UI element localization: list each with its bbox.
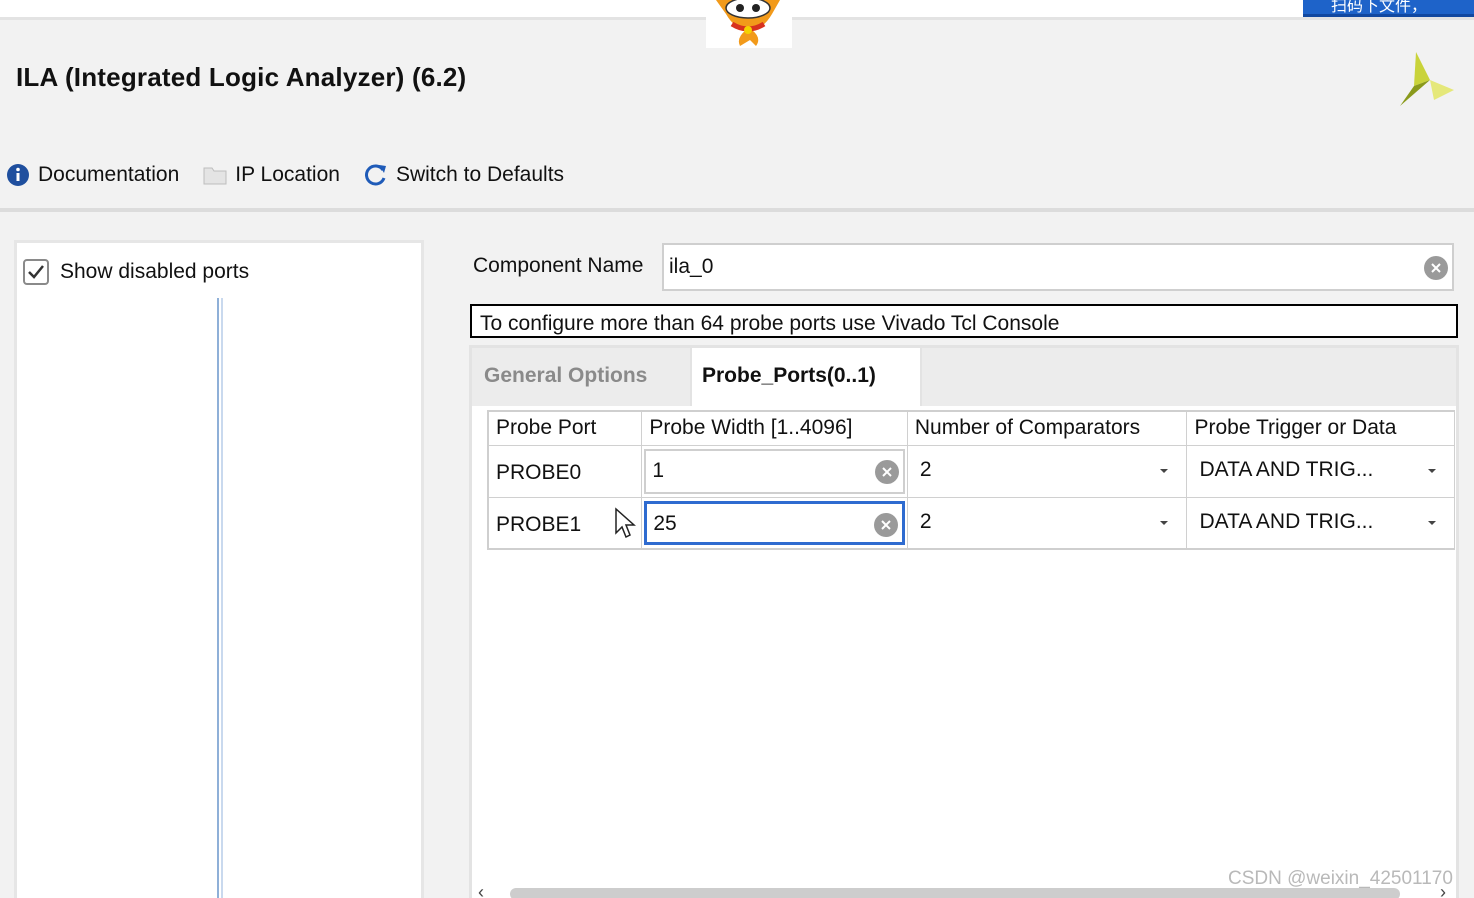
switch-to-defaults-button[interactable]: Switch to Defaults	[364, 163, 564, 187]
info-icon	[7, 164, 29, 186]
dropdown-arrow-icon	[1160, 520, 1169, 525]
ip-location-label: IP Location	[235, 163, 340, 186]
header-probe-trigger-or-data: Probe Trigger or Data	[1186, 410, 1455, 446]
trigger-cell: DATA AND TRIG...	[1186, 496, 1455, 550]
mascot-sticker	[706, 0, 792, 48]
probe-limit-notice: To configure more than 64 probe ports us…	[470, 304, 1458, 338]
trigger-cell: DATA AND TRIG...	[1186, 444, 1455, 498]
comparators-dropdown[interactable]: 2	[920, 498, 1175, 549]
switch-to-defaults-label: Switch to Defaults	[395, 163, 565, 186]
probe-width-value: 1	[652, 458, 665, 482]
checkmark-icon	[28, 265, 44, 279]
comparators-value: 2	[919, 509, 932, 533]
probe-width-input[interactable]: 25	[644, 500, 905, 545]
port-tree-panel: Show disabled ports	[14, 240, 424, 898]
comparators-dropdown[interactable]: 2	[920, 446, 1175, 497]
toolbar-divider	[0, 208, 1474, 212]
dropdown-arrow-icon	[1428, 468, 1436, 473]
header-number-of-comparators: Number of Comparators	[906, 410, 1188, 446]
comparators-value: 2	[919, 457, 932, 481]
clear-width-icon[interactable]	[874, 459, 899, 484]
trigger-value: DATA AND TRIG...	[1199, 457, 1374, 481]
tab-general-options[interactable]: General Options	[474, 348, 657, 406]
header-probe-port: Probe Port	[487, 410, 643, 446]
documentation-button[interactable]: Documentation	[6, 163, 179, 187]
probe-width-cell: 1	[641, 444, 908, 498]
probe-width-input[interactable]: 1	[644, 448, 905, 494]
trigger-value: DATA AND TRIG...	[1199, 509, 1374, 533]
tab-bar: General Options Probe_Ports(0..1)	[472, 348, 1456, 406]
trigger-dropdown[interactable]: DATA AND TRIG...	[1199, 498, 1442, 549]
scroll-left-icon[interactable]: ‹	[478, 882, 484, 898]
corner-banner[interactable]: 扫码下文件，	[1303, 0, 1474, 17]
symbol-block-edge	[217, 298, 223, 898]
dropdown-arrow-icon	[1160, 468, 1169, 473]
mouse-pointer-icon	[614, 507, 636, 544]
table-header-row: Probe Port Probe Width [1..4096] Number …	[487, 410, 1455, 446]
comparators-cell: 2	[906, 444, 1188, 498]
comparators-cell: 2	[906, 496, 1188, 550]
documentation-label: Documentation	[38, 163, 180, 186]
component-name-label: Component Name	[473, 254, 644, 277]
clear-width-icon[interactable]	[873, 512, 898, 537]
watermark: CSDN @weixin_42501170	[1228, 868, 1453, 889]
clear-component-name-icon[interactable]	[1424, 256, 1448, 280]
probe-width-cell: 25	[641, 496, 908, 550]
component-name-input[interactable]: ila_0	[662, 243, 1454, 291]
folder-icon	[203, 167, 227, 185]
dropdown-arrow-icon	[1428, 520, 1436, 525]
show-disabled-ports-checkbox[interactable]	[23, 259, 49, 285]
page-title: ILA (Integrated Logic Analyzer) (6.2)	[16, 62, 467, 92]
show-disabled-ports-toggle[interactable]: Show disabled ports	[23, 259, 249, 285]
toolbar: Documentation IP Location Switch to Defa…	[6, 160, 588, 190]
ip-location-button[interactable]: IP Location	[203, 163, 340, 187]
table-row: PROBE0 1 2 DATA AND TRIG...	[487, 444, 1455, 498]
show-disabled-ports-label: Show disabled ports	[60, 260, 250, 283]
refresh-icon	[365, 164, 386, 186]
config-tab-panel: General Options Probe_Ports(0..1) Probe …	[469, 345, 1459, 898]
probe-width-value: 25	[653, 511, 677, 535]
component-name-value: ila_0	[669, 255, 714, 278]
header-probe-width: Probe Width [1..4096]	[641, 410, 908, 446]
xilinx-logo-icon	[1396, 50, 1454, 108]
probe-port-name: PROBE0	[487, 444, 643, 498]
trigger-dropdown[interactable]: DATA AND TRIG...	[1199, 446, 1442, 497]
tab-probe-ports[interactable]: Probe_Ports(0..1)	[690, 348, 922, 406]
